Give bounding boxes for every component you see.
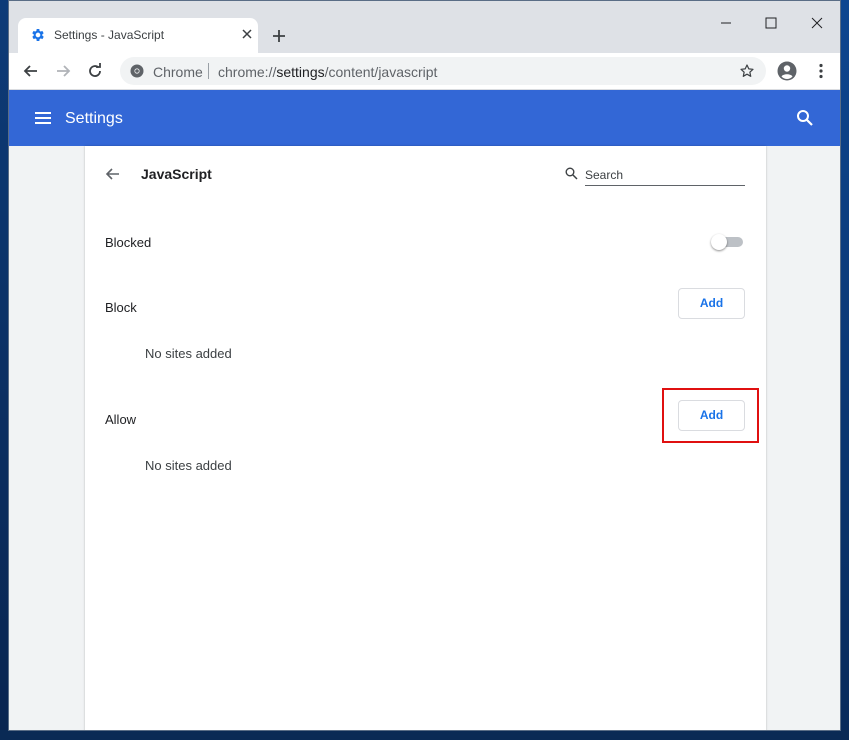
close-window-icon[interactable]	[809, 15, 825, 31]
toggle-knob	[711, 234, 727, 250]
back-icon[interactable]	[22, 62, 40, 80]
blocked-label: Blocked	[105, 235, 152, 250]
maximize-icon[interactable]	[763, 15, 779, 31]
search-icon	[565, 167, 578, 180]
account-icon[interactable]	[777, 61, 797, 81]
settings-header: Settings	[9, 90, 840, 146]
new-tab-icon[interactable]	[271, 28, 287, 44]
page-title: JavaScript	[141, 166, 212, 182]
tab-settings-javascript[interactable]: Settings - JavaScript	[18, 18, 258, 53]
hamburger-menu-icon[interactable]	[34, 109, 52, 127]
allow-add-button[interactable]: Add	[678, 400, 745, 431]
url-path: /content/javascript	[324, 64, 438, 80]
omnibox-label: Chrome	[153, 64, 203, 80]
search-icon[interactable]	[796, 109, 814, 127]
block-section-label: Block	[105, 300, 137, 315]
bookmark-star-icon[interactable]	[739, 63, 755, 79]
url-scheme: chrome://	[218, 64, 277, 80]
allow-empty-text: No sites added	[145, 458, 232, 473]
browser-toolbar: Chrome chrome://settings/content/javascr…	[9, 53, 840, 90]
search-input[interactable]	[585, 165, 745, 186]
forward-icon[interactable]	[54, 62, 72, 80]
address-bar[interactable]: Chrome chrome://settings/content/javascr…	[120, 57, 766, 85]
blocked-toggle[interactable]	[711, 234, 745, 250]
back-arrow-icon[interactable]	[105, 166, 121, 182]
settings-search	[565, 165, 745, 187]
title-bar: Settings - JavaScript	[9, 1, 840, 53]
gear-icon	[32, 29, 44, 41]
tab-title: Settings - JavaScript	[54, 28, 165, 42]
omnibox-separator	[208, 63, 209, 79]
chrome-icon	[130, 64, 144, 78]
javascript-settings-card: JavaScript Blocked Block Add No sites ad…	[85, 146, 766, 730]
allow-section-label: Allow	[105, 412, 137, 427]
more-menu-icon[interactable]	[812, 62, 830, 80]
reload-icon[interactable]	[86, 62, 104, 80]
url-text: chrome://settings/content/javascript	[218, 64, 437, 80]
minimize-icon[interactable]	[718, 15, 734, 31]
desktop-background-bottom	[0, 730, 849, 740]
block-add-button[interactable]: Add	[678, 288, 745, 319]
close-tab-icon[interactable]	[240, 27, 254, 41]
desktop-background-right	[840, 0, 849, 740]
url-host: settings	[276, 64, 325, 80]
block-empty-text: No sites added	[145, 346, 232, 361]
browser-window: Settings - JavaScript Chrome chrome://se…	[8, 0, 841, 731]
settings-title: Settings	[65, 110, 123, 127]
